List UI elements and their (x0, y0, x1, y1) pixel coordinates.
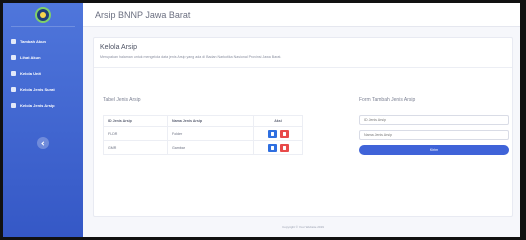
page-title: Kelola Arsip (100, 44, 137, 51)
footer-copyright: Copyright © Your Website 2019 (282, 225, 324, 229)
page-description: Merupakan halaman untuk mengelola data j… (100, 55, 282, 59)
column-header-aksi: Aksi (253, 115, 303, 127)
submit-button[interactable]: Kirim (359, 145, 509, 155)
sidebar-item-label: Kelola Unit (20, 70, 41, 76)
sidebar-brand[interactable] (11, 3, 75, 27)
cell-actions (253, 126, 303, 141)
logo-emblem (40, 11, 46, 18)
cell-id: GMR (103, 140, 168, 155)
delete-button[interactable] (279, 129, 289, 138)
cell-id: FLDR (103, 126, 168, 141)
chevron-left-icon (41, 140, 46, 146)
card-header: Kelola Arsip Merupakan halaman untuk men… (94, 38, 512, 68)
mail-icon (11, 86, 16, 92)
sidebar-item-label: Tambah Akun (20, 38, 47, 44)
delete-button[interactable] (279, 143, 289, 152)
sidebar-item-label: Kelola Jenis Arsip (20, 102, 55, 108)
cell-name: Folder (167, 126, 254, 141)
sidebar-item-label: Lihat Akun (20, 54, 41, 60)
column-header-name[interactable]: Nama Jenis Arsip (167, 115, 254, 127)
trash-icon (282, 131, 286, 136)
jenis-arsip-table: ID Jenis Arsip Nama Jenis Arsip Aksi FLD… (103, 115, 303, 155)
sidebar-item-label: Kelola Jenis Surat (20, 86, 55, 92)
sidebar-item-kelola-jenis-surat[interactable]: Kelola Jenis Surat (3, 81, 83, 97)
sidebar: Tambah Akun Lihat Akun Kelola Unit Kelol… (3, 3, 83, 237)
topbar: Arsip BNNP Jawa Barat (83, 3, 520, 27)
table-header-row: ID Jenis Arsip Nama Jenis Arsip Aksi (103, 115, 303, 127)
sidebar-toggle-button[interactable] (37, 137, 49, 149)
sidebar-item-kelola-unit[interactable]: Kelola Unit (3, 65, 83, 81)
edit-button[interactable] (267, 143, 277, 152)
bnn-logo (35, 6, 51, 23)
id-jenis-arsip-input[interactable] (359, 115, 509, 125)
folder-icon (11, 70, 16, 76)
table-row: GMR Gambar (103, 140, 303, 155)
table-title: Tabel Jenis Arsip (103, 97, 141, 103)
edit-button[interactable] (267, 129, 277, 138)
table-row: FLDR Folder (103, 126, 303, 141)
cell-name: Gambar (167, 140, 254, 155)
user-plus-icon (11, 38, 16, 44)
app-window: Tambah Akun Lihat Akun Kelola Unit Kelol… (0, 0, 526, 240)
app-title: Arsip BNNP Jawa Barat (95, 9, 191, 20)
edit-icon (270, 131, 274, 136)
nama-jenis-arsip-input[interactable] (359, 130, 509, 140)
sidebar-item-kelola-jenis-arsip[interactable]: Kelola Jenis Arsip (3, 97, 83, 113)
cell-actions (253, 140, 303, 155)
sidebar-nav: Tambah Akun Lihat Akun Kelola Unit Kelol… (3, 27, 83, 113)
edit-icon (270, 145, 274, 150)
form-title: Form Tambah Jenis Arsip (359, 97, 416, 103)
archive-icon (11, 102, 16, 108)
column-header-id[interactable]: ID Jenis Arsip (103, 115, 168, 127)
sidebar-item-tambah-akun[interactable]: Tambah Akun (3, 33, 83, 49)
sidebar-item-lihat-akun[interactable]: Lihat Akun (3, 49, 83, 65)
users-icon (11, 54, 16, 60)
trash-icon (282, 145, 286, 150)
